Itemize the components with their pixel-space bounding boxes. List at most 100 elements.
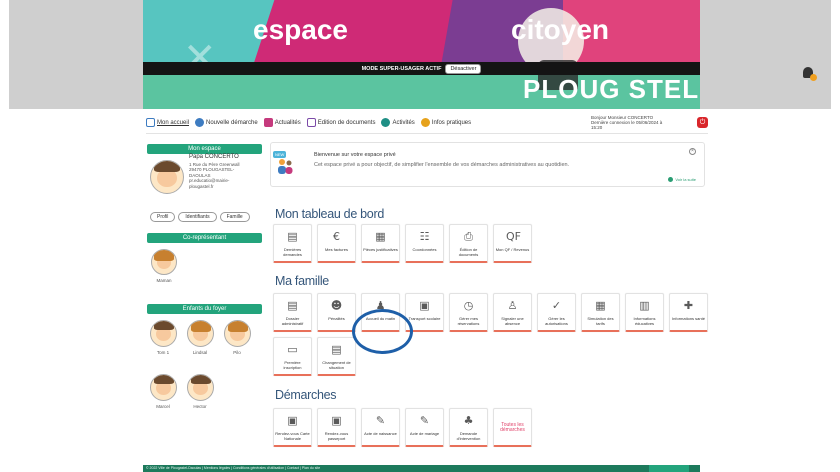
spouse-name: Maman (156, 278, 172, 283)
nav-practical-info[interactable]: Infos pratiques (420, 118, 472, 127)
tile-label: Mon QF / Revenus (495, 247, 530, 252)
footer-button[interactable] (649, 465, 689, 472)
family-button[interactable]: Famille (219, 212, 250, 222)
profile-details: Papa CONCERTO 1 Rue du Père Greenwall 29… (189, 154, 264, 189)
nav-home[interactable]: Mon accueil (146, 118, 189, 127)
deactivate-button[interactable]: Désactiver (445, 63, 482, 74)
child-avatar[interactable] (150, 320, 177, 347)
tile-label: Pénalités (328, 316, 345, 321)
tile-info-card[interactable]: ▥ Informations éducatives (625, 293, 664, 332)
new-badge: NEW (273, 151, 287, 158)
tile-calculator[interactable]: ▦ Simulation des tarifs (581, 293, 620, 332)
person-absence-icon: ♙ (507, 299, 518, 312)
tile-checkmark[interactable]: ✓ Gérer les autorisations (537, 293, 576, 332)
credentials-button[interactable]: Identifiants (178, 212, 217, 222)
tile-label: Édition de documents (458, 247, 479, 257)
tile-health[interactable]: ✚ Informations santé (669, 293, 708, 332)
tile-clock[interactable]: ◷ Gérer mes réservations (449, 293, 488, 332)
user-last-time: 15:20 (591, 125, 603, 130)
tile-label: Changement de situation (322, 360, 351, 370)
invoice-euro-icon: € (333, 230, 340, 243)
tile-label: Gérer les autorisations (545, 316, 568, 326)
tile-id-card[interactable]: ▣ Rendez-vous Carte Nationale (273, 408, 312, 447)
profile-button[interactable]: Profil (150, 212, 176, 222)
tile-label: Dernières demandes (283, 247, 302, 257)
checkmark-icon: ✓ (551, 299, 562, 312)
dashboard-tiles: ▤ Dernières demandes € Mes factures ▦ Pièces … (273, 224, 713, 263)
welcome-card: NEW Bienvenue sur votre espace privé Cet… (270, 142, 705, 187)
child-avatar[interactable] (224, 320, 251, 347)
tile-label: Informations éducatives (633, 316, 656, 326)
tile-admin-folder[interactable]: ▤ Dossier administratif (273, 293, 312, 332)
tile-penalty[interactable]: ☻ Pénalités (317, 293, 356, 332)
tile-passport[interactable]: ▣ Rendez-vous passeport (317, 408, 356, 447)
all-procedures-label: Toutes les démarches (500, 422, 525, 433)
profile-email-line2: plougastel.fr (189, 183, 214, 189)
profile-avatar[interactable] (150, 160, 184, 194)
clock-icon: ◷ (463, 299, 474, 312)
child-avatar[interactable] (187, 374, 214, 401)
printer-icon: ⎙ (464, 230, 473, 243)
nav-activities[interactable]: Activités (381, 118, 415, 127)
tile-label: Demande d'intervention (456, 431, 481, 441)
tile-briefcase[interactable]: ▭ Première inscription (273, 337, 312, 376)
tile-printer[interactable]: ⎙ Édition de documents (449, 224, 488, 263)
tile-marriage-certificate[interactable]: ✎ Acte de mariage (405, 408, 444, 447)
tile-label: Informations santé (672, 316, 705, 321)
nav-new-procedure-label: Nouvelle démarche (206, 119, 258, 126)
admin-folder-icon: ▤ (287, 299, 298, 312)
all-procedures-tile[interactable]: Toutes les démarches (493, 408, 532, 447)
family-title: Ma famille (275, 274, 329, 288)
tile-contact-card[interactable]: ☷ Coordonnées (405, 224, 444, 263)
child-name: Hector (193, 404, 207, 409)
header-banner: ✕ espace citoyen MODE SUPER-USAGER ACTIF… (143, 0, 700, 109)
nav-new-procedure[interactable]: Nouvelle démarche (195, 118, 258, 127)
super-user-label: MODE SUPER-USAGER ACTIF (361, 65, 442, 72)
nav-practical-info-label: Infos pratiques (431, 119, 472, 126)
info-card-icon: ▥ (639, 299, 650, 312)
co-representative-heading: Co-représentant (147, 233, 262, 243)
welcome-description: Cet espace privé a pour objectif, de sim… (314, 162, 570, 168)
child-avatar[interactable] (187, 320, 214, 347)
city-logo[interactable]: PLOUG STEL (523, 74, 699, 105)
child-avatar[interactable] (150, 374, 177, 401)
footer-links[interactable]: © 2022 Ville de Plougastel-Daoulas | Men… (146, 465, 320, 472)
nav-documents-label: Edition de documents (317, 119, 376, 126)
tile-attachments[interactable]: ▦ Pièces justificatives (361, 224, 400, 263)
banner-title-right: citoyen (511, 14, 610, 45)
spouse-avatar[interactable] (151, 249, 177, 275)
main-navigation: Mon accueil Nouvelle démarche Actualités… (146, 114, 708, 131)
nav-news[interactable]: Actualités (263, 118, 301, 127)
tile-birth-certificate[interactable]: ✎ Acte de naissance (361, 408, 400, 447)
documents-icon (306, 118, 316, 127)
attachments-icon: ▦ (375, 230, 386, 243)
child-name: Marcel (156, 404, 170, 409)
procedures-tiles: ▣ Rendez-vous Carte Nationale ▣ Rendez-vous… (273, 408, 713, 447)
id-card-icon: ▣ (287, 414, 298, 427)
activities-icon (381, 118, 391, 127)
tile-person-absence[interactable]: ♙ Signaler une absence (493, 293, 532, 332)
change-doc-icon: ▤ (331, 343, 342, 356)
birth-certificate-icon: ✎ (375, 414, 386, 427)
notification-bell-icon[interactable] (801, 66, 817, 82)
close-icon[interactable]: × (689, 148, 696, 155)
tile-label: Mes factures (325, 247, 348, 252)
tile-qf[interactable]: QF Mon QF / Revenus (493, 224, 532, 263)
tile-label: Transport scolaire (408, 316, 441, 321)
read-more-link[interactable]: Voir la suite (668, 177, 696, 182)
tile-change-doc[interactable]: ▤ Changement de situation (317, 337, 356, 376)
penalty-icon: ☻ (330, 299, 343, 312)
child-name: Pilo (233, 350, 241, 355)
logout-power-icon[interactable]: ⏻ (697, 117, 708, 128)
tile-label: Acte de mariage (409, 431, 440, 436)
highlight-circle (352, 309, 413, 354)
health-icon: ✚ (683, 299, 694, 312)
footer: © 2022 Ville de Plougastel-Daoulas | Men… (143, 465, 700, 472)
tile-invoice-euro[interactable]: € Mes factures (317, 224, 356, 263)
home-icon (146, 118, 155, 127)
tile-document-list[interactable]: ▤ Dernières demandes (273, 224, 312, 263)
nav-documents[interactable]: Edition de documents (306, 118, 376, 127)
tile-label: Première inscription (283, 360, 302, 370)
dashboard-title: Mon tableau de bord (275, 207, 384, 221)
tile-intervention[interactable]: ♣ Demande d'intervention (449, 408, 488, 447)
